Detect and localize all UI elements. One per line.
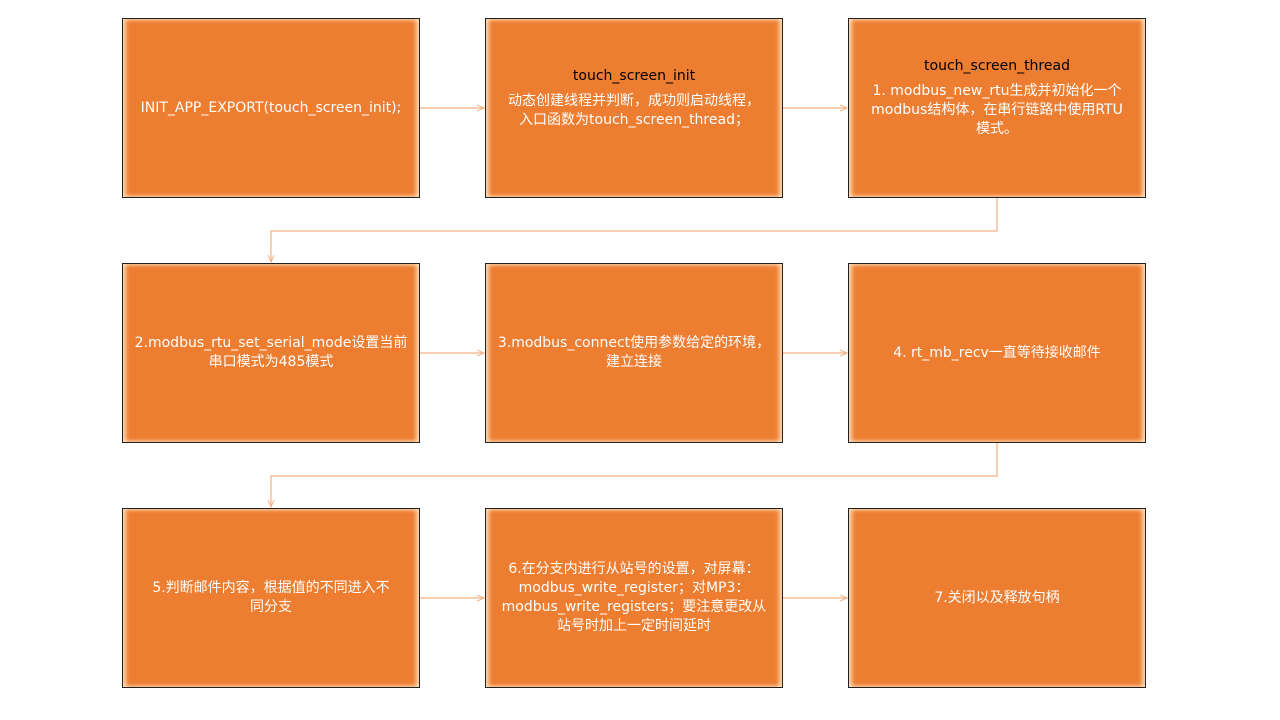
step-text: 2.modbus_rtu_set_serial_mode设置当前 串口模式为48… — [134, 335, 408, 370]
step-text: 3.modbus_connect使用参数给定的环境， 建立连接 — [497, 335, 771, 370]
step-box-mb-recv: 4. rt_mb_recv一直等待接收邮件 — [848, 263, 1146, 443]
step-box-set-slave: 6.在分支内进行从站号的设置，对屏幕： modbus_write_registe… — [485, 508, 783, 688]
step-box-touch-screen-init: touch_screen_init 动态创建线程并判断，成功则启动线程， 入口函… — [485, 18, 783, 198]
step-text: 4. rt_mb_recv一直等待接收邮件 — [893, 344, 1101, 361]
step-box-init-app-export: INIT_APP_EXPORT(touch_screen_init); — [122, 18, 420, 198]
step-box-modbus-connect: 3.modbus_connect使用参数给定的环境， 建立连接 — [485, 263, 783, 443]
step-text: 7.关闭以及释放句柄 — [934, 589, 1060, 606]
step-text: INIT_APP_EXPORT(touch_screen_init); — [140, 99, 402, 116]
step-title: touch_screen_thread — [924, 58, 1070, 74]
step-box-judge-mail: 5.判断邮件内容，根据值的不同进入不 同分支 — [122, 508, 420, 688]
step-title: touch_screen_init — [572, 68, 696, 84]
step-text: 5.判断邮件内容，根据值的不同进入不 同分支 — [152, 580, 390, 615]
step-text: 动态创建线程并判断，成功则启动线程， 入口函数为touch_screen_thr… — [508, 93, 760, 128]
step-box-touch-screen-thread: touch_screen_thread 1. modbus_new_rtu生成并… — [848, 18, 1146, 198]
step-box-set-serial-mode: 2.modbus_rtu_set_serial_mode设置当前 串口模式为48… — [122, 263, 420, 443]
arrow-6-7 — [271, 443, 998, 507]
step-box-close-release: 7.关闭以及释放句柄 — [848, 508, 1146, 688]
arrow-3-4 — [271, 198, 998, 262]
flowchart: INIT_APP_EXPORT(touch_screen_init); touc… — [0, 0, 1280, 720]
step-text: 6.在分支内进行从站号的设置，对屏幕： modbus_write_registe… — [501, 561, 767, 634]
step-text: 1. modbus_new_rtu生成并初始化一个 modbus结构体，在串行链… — [871, 83, 1123, 137]
